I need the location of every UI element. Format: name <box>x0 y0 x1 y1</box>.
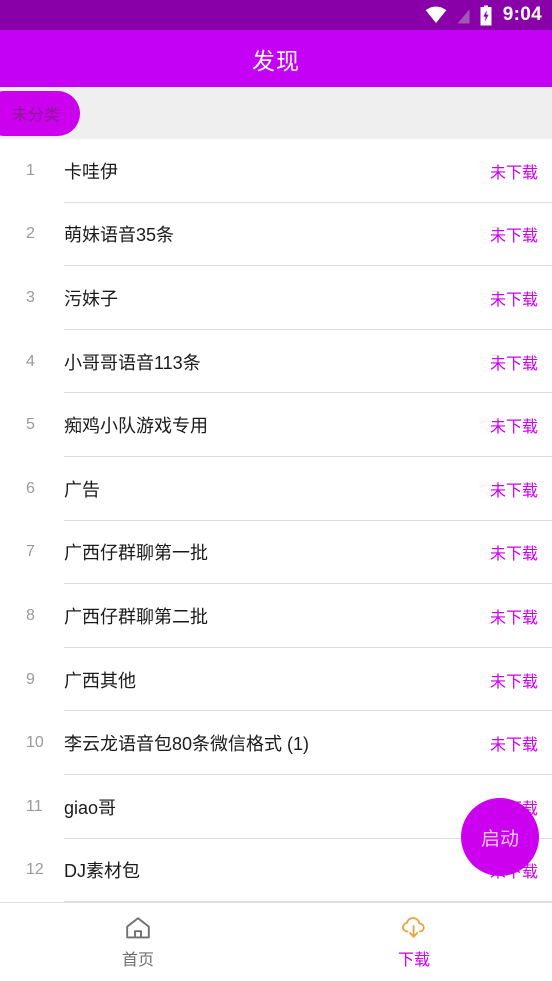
list-item[interactable]: 3 污妹子 未下载 <box>0 266 552 330</box>
list-item-status[interactable]: 未下载 <box>490 159 552 183</box>
list-item-title: 李云龙语音包80条微信格式 (1) <box>64 734 310 755</box>
cloud-download-icon <box>400 914 428 942</box>
nav-item-home[interactable]: 首页 <box>0 914 276 970</box>
list-item[interactable]: 10 李云龙语音包80条微信格式 (1) 未下载 <box>0 711 552 775</box>
list-item-title: 污妹子 <box>64 288 118 309</box>
list-item-title: 广告 <box>64 479 100 500</box>
start-fab-label: 启动 <box>480 828 519 850</box>
list-item-index: 6 <box>26 479 35 497</box>
list-item-index: 3 <box>26 288 35 306</box>
list-item-index: 8 <box>26 606 35 624</box>
list-item[interactable]: 2 萌妹语音35条 未下载 <box>0 202 552 267</box>
list-item[interactable]: 1 卡哇伊 未下载 <box>0 139 552 203</box>
signal-off-icon <box>454 6 472 25</box>
list-item-title: 小哥哥语音113条 <box>64 352 201 373</box>
list-item-status[interactable]: 未下载 <box>490 604 552 628</box>
category-chip-strip[interactable]: 未分类 <box>0 87 552 139</box>
list-item-title: 痴鸡小队游戏专用 <box>64 416 208 437</box>
list-item-status[interactable]: 未下载 <box>490 477 552 501</box>
category-chip-label: 未分类 <box>12 107 61 124</box>
list-item-index: 11 <box>26 797 43 815</box>
list-item-index: 1 <box>26 161 35 179</box>
page-title: 发现 <box>252 47 300 74</box>
list-item-status[interactable]: 未下载 <box>490 286 552 310</box>
list-item-index: 7 <box>26 543 35 561</box>
wifi-icon <box>425 6 447 24</box>
list-item[interactable]: 4 小哥哥语音113条 未下载 <box>0 329 552 394</box>
list-item-title: 卡哇伊 <box>64 161 118 182</box>
home-icon <box>124 914 152 942</box>
list-item-index: 4 <box>26 352 35 370</box>
list-item-index: 12 <box>26 861 44 879</box>
list-item-title: 广西其他 <box>64 670 136 691</box>
list-item-index: 5 <box>26 416 35 434</box>
list-item-status[interactable]: 未下载 <box>490 413 552 437</box>
list-item-index: 2 <box>26 225 35 243</box>
category-chip-uncategorized[interactable]: 未分类 <box>0 90 81 136</box>
list-item-title: 广西仔群聊第一批 <box>64 543 208 564</box>
start-fab-button[interactable]: 启动 <box>461 798 539 876</box>
status-bar-icons: 9:04 <box>425 4 542 26</box>
status-bar: 9:04 <box>0 0 552 30</box>
list-item-title: 萌妹语音35条 <box>64 225 175 246</box>
list-item-title: giao哥 <box>64 797 117 818</box>
list-item[interactable]: 8 广西仔群聊第二批 未下载 <box>0 584 552 648</box>
voice-pack-list[interactable]: 1 卡哇伊 未下载 2 萌妹语音35条 未下载 3 污妹子 未下载 4 小哥哥语音113条 未下载 5 痴… <box>0 139 552 902</box>
list-item-status[interactable]: 未下载 <box>490 540 552 564</box>
app-bar: 发现 <box>0 30 552 87</box>
battery-charging-icon <box>479 5 493 26</box>
list-item-status[interactable]: 未下载 <box>490 222 552 246</box>
list-item-title: 广西仔群聊第二批 <box>64 606 208 627</box>
list-item-status[interactable]: 未下载 <box>490 350 552 374</box>
list-item-status[interactable]: 未下载 <box>490 731 552 755</box>
status-bar-clock: 9:04 <box>502 4 542 25</box>
list-item-title: DJ素材包 <box>64 861 140 882</box>
nav-label-home: 首页 <box>121 952 154 969</box>
list-item[interactable]: 9 广西其他 未下载 <box>0 647 552 712</box>
list-item-status[interactable]: 未下载 <box>490 668 552 692</box>
list-item[interactable]: 7 广西仔群聊第一批 未下载 <box>0 520 552 585</box>
list-item-index: 10 <box>26 734 44 752</box>
bottom-navigation: 首页 下载 <box>0 902 552 981</box>
app-screen: 9:04 发现 未分类 1 卡哇伊 未下载 2 萌妹语音35条 未下载 3 污妹子 未下载 4 小哥… <box>0 0 552 981</box>
list-item[interactable]: 5 痴鸡小队游戏专用 未下载 <box>0 393 552 457</box>
nav-label-download: 下载 <box>397 952 430 969</box>
list-item-index: 9 <box>26 670 35 688</box>
list-item[interactable]: 6 广告 未下载 <box>0 456 552 521</box>
nav-item-download[interactable]: 下载 <box>276 914 552 970</box>
